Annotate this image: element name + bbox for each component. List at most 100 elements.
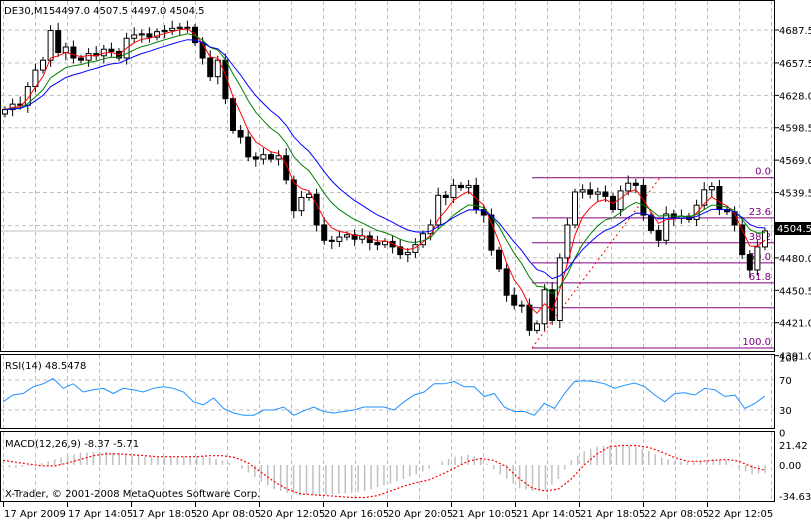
- candle-bear: [503, 268, 510, 296]
- candle-bull: [138, 33, 145, 36]
- candle-bear: [207, 57, 214, 78]
- candle-bull: [85, 53, 92, 61]
- candle-bear: [313, 193, 320, 226]
- candle-bull: [572, 191, 578, 226]
- time-tick-label: 21 Apr 14:05: [516, 509, 581, 520]
- candle-bear: [199, 42, 206, 59]
- candle-bear: [511, 294, 518, 306]
- time-tick-label: 21 Apr 18:05: [580, 509, 645, 520]
- candle-bear: [587, 189, 594, 195]
- candle-bull: [40, 59, 46, 71]
- candle-bear: [70, 46, 77, 59]
- candle-bull: [161, 30, 168, 33]
- candle-bear: [458, 184, 464, 189]
- candle-bear: [374, 242, 381, 246]
- price-tick-label: 4569.0: [779, 156, 811, 167]
- ma-fast-line: [4, 28, 766, 314]
- macd-tick-label: 21.42: [779, 441, 808, 452]
- price-tick-label: 4598.5: [779, 124, 811, 135]
- candle-bear: [648, 214, 654, 231]
- candle-bull: [708, 186, 715, 191]
- price-tick-label: 4450.5: [779, 286, 811, 297]
- candle-bear: [321, 224, 328, 241]
- candle-bull: [564, 224, 571, 259]
- rsi-title: RSI(14) 48.5478: [5, 361, 86, 372]
- time-tick-label: 22 Apr 08:05: [644, 509, 709, 520]
- candlesticks: [2, 20, 768, 336]
- ma-mid-line: [4, 33, 766, 295]
- rsi-tick-label: 100: [779, 354, 798, 365]
- rsi-line: [2, 377, 766, 416]
- time-tick-label: 22 Apr 12:05: [708, 509, 773, 520]
- candle-bull: [2, 109, 8, 115]
- moving-averages: [4, 28, 766, 314]
- candle-bear: [230, 98, 236, 131]
- candle-bear: [655, 229, 662, 241]
- candle-bull: [260, 154, 267, 160]
- candle-bull: [541, 289, 548, 325]
- candle-bull: [518, 304, 525, 307]
- rsi-line: [2, 377, 766, 416]
- time-tick-label: 21 Apr 10:05: [452, 509, 517, 520]
- candle-bull: [404, 251, 411, 256]
- macd-tick-label: -34.63: [779, 492, 811, 503]
- price-tick-label: 4657.5: [779, 59, 811, 70]
- candle-bull: [465, 184, 472, 189]
- candle-bull: [176, 26, 183, 29]
- time-tick-label: 20 Apr 20:05: [388, 509, 453, 520]
- candle-bull: [625, 182, 632, 192]
- rsi-tick-label: 30: [779, 406, 792, 417]
- ohlc-readout: 4497.0 4507.5 4497.0 4504.5: [55, 6, 205, 17]
- price-tick-label: 4687.5: [779, 26, 811, 37]
- candle-bull: [762, 230, 768, 248]
- time-tick-label: 17 Apr 14:05: [68, 509, 133, 520]
- candle-bull: [62, 46, 69, 54]
- price-tick-label: 4628.0: [779, 91, 811, 102]
- candle-bull: [534, 323, 540, 331]
- candle-bear: [496, 249, 502, 270]
- fib-level-label: 23.6: [749, 207, 771, 218]
- price-tick-label: 4421.0: [779, 319, 811, 330]
- candle-bear: [632, 182, 639, 186]
- candle-bear: [55, 30, 62, 54]
- candle-bull: [131, 34, 138, 39]
- candle-bear: [746, 254, 753, 271]
- current-price-label: 4504.5: [777, 224, 811, 235]
- candle-bear: [268, 154, 274, 160]
- candle-bull: [336, 236, 343, 242]
- rsi-tick-label: 70: [779, 376, 792, 387]
- fib-level-label: 61.8: [749, 272, 771, 283]
- candle-bull: [435, 194, 442, 226]
- candle-bull: [450, 184, 457, 198]
- candle-bear: [442, 194, 449, 198]
- copyright-text: X-Trader, © 2001-2008 MetaQuotes Softwar…: [5, 489, 260, 500]
- trading-chart[interactable]: 0.023.638.250.061.8100.0 4687.54657.5462…: [0, 0, 811, 521]
- candle-bear: [252, 156, 259, 160]
- candle-bear: [245, 136, 252, 158]
- grid-lines: [1, 1, 774, 501]
- price-tick-label: 4480.0: [779, 254, 811, 265]
- candle-bear: [78, 57, 84, 61]
- rsi-tick-label: 0: [779, 429, 785, 440]
- time-tick-label: 20 Apr 16:05: [324, 509, 389, 520]
- candle-bull: [754, 246, 761, 271]
- candle-bull: [579, 189, 586, 193]
- candle-bear: [328, 239, 335, 242]
- candle-bull: [184, 26, 191, 29]
- candle-bull: [344, 234, 350, 238]
- time-tick-label: 20 Apr 08:05: [196, 509, 261, 520]
- macd-title: MACD(12,26,9) -8.37 -5.71: [5, 439, 139, 450]
- symbol-label: DE30,M15: [4, 6, 55, 17]
- candle-bear: [237, 129, 244, 138]
- candle-bear: [108, 48, 115, 52]
- fib-level-label: 100.0: [742, 337, 771, 348]
- fib-level-label: 0.0: [755, 167, 771, 178]
- candle-bull: [47, 30, 54, 61]
- time-tick-label: 17 Apr 18:05: [132, 509, 197, 520]
- candle-bull: [594, 191, 601, 195]
- candle-bear: [602, 191, 609, 197]
- candle-bear: [526, 304, 533, 331]
- time-tick-label: 20 Apr 12:05: [260, 509, 325, 520]
- macd-tick-label: 0.00: [779, 461, 801, 472]
- candle-bull: [169, 27, 176, 32]
